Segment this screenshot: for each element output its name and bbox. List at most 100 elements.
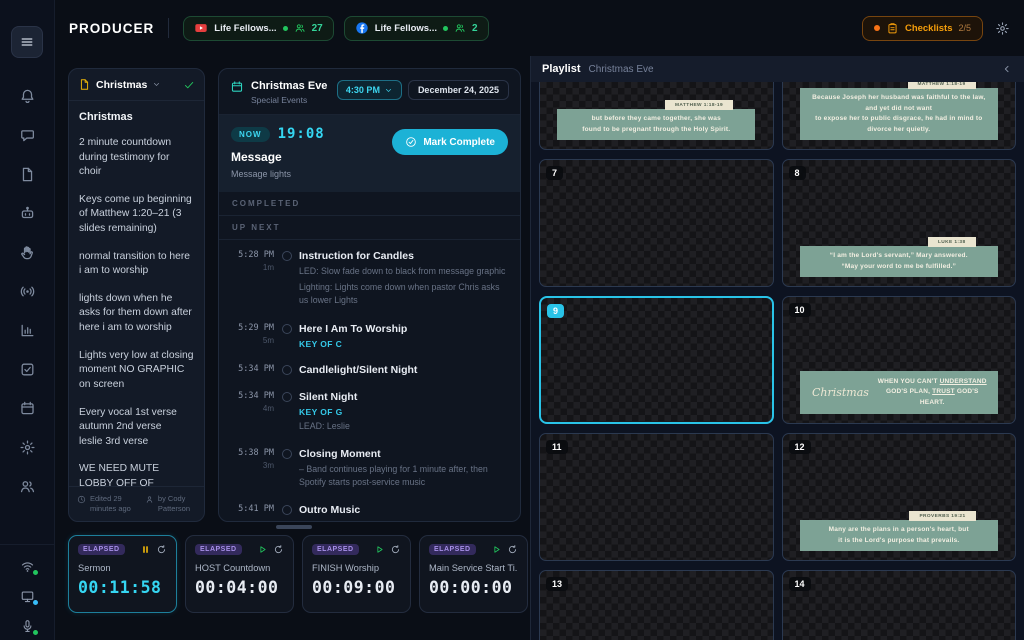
- checklists-button[interactable]: Checklists 2/5: [862, 16, 983, 41]
- schedule-item[interactable]: 5:28 PM 1m Instruction for Candles LED: …: [219, 250, 520, 308]
- item-checkbox[interactable]: [282, 392, 292, 402]
- slide-thumbnail[interactable]: 8 LUKE 1:38 “I am the Lord's servant,” M…: [782, 159, 1017, 287]
- playlist-name: Christmas Eve: [589, 64, 654, 75]
- current-item-subtitle: Message lights: [231, 169, 508, 179]
- schedule-item[interactable]: 5:38 PM 3m Closing Moment – Band continu…: [219, 448, 520, 489]
- item-time: 5:38 PM: [230, 448, 274, 458]
- slide-thumbnail[interactable]: 7: [539, 159, 774, 287]
- chart-icon: [19, 322, 36, 339]
- status-monitor[interactable]: [20, 589, 35, 604]
- slide-thumbnail[interactable]: 9: [539, 296, 774, 424]
- item-key: KEY OF G: [299, 407, 357, 417]
- sidebar-item-file[interactable]: [19, 166, 36, 183]
- sidebar-item-chart[interactable]: [19, 322, 36, 339]
- note-icon: [78, 78, 91, 91]
- status-wifi[interactable]: [20, 559, 35, 574]
- chevron-down-icon[interactable]: [152, 80, 161, 89]
- playlist-panel: Playlist Christmas Eve MATTHEW 1:18-19 b…: [530, 56, 1024, 640]
- notes-body[interactable]: Christmas 2 minute countdown during test…: [69, 101, 204, 486]
- stream-youtube[interactable]: Life Fellows... 27: [183, 16, 333, 41]
- timer-card[interactable]: ELAPSED Main Service Start Ti... 00:00:0…: [419, 535, 528, 613]
- schedule-item[interactable]: 5:29 PM 5m Here I Am To Worship KEY OF C: [219, 323, 520, 349]
- note-paragraph: Keys come up beginning of Matthew 1:20–2…: [79, 193, 194, 237]
- slide-thumbnail[interactable]: 13: [539, 570, 774, 640]
- slide-text-band: MATTHEW 1:18-19 Because Joseph her husba…: [800, 88, 998, 140]
- reset-icon[interactable]: [156, 544, 167, 555]
- sidebar-item-bot[interactable]: [19, 205, 36, 222]
- schedule-item[interactable]: 5:34 PM Candlelight/Silent Night: [219, 364, 520, 376]
- upnext-section-header[interactable]: UP NEXT: [219, 216, 520, 240]
- notes-header[interactable]: Christmas: [69, 69, 204, 101]
- schedule-item[interactable]: 5:34 PM 4m Silent Night KEY OF G LEAD: L…: [219, 391, 520, 433]
- note-paragraph: Every vocal 1st verse autumn 2nd verse l…: [79, 406, 194, 450]
- slide-text-band: LUKE 1:38 “I am the Lord's servant,” Mar…: [800, 246, 998, 277]
- sidebar-item-broadcast[interactable]: [19, 283, 36, 300]
- sidebar-item-chat[interactable]: [19, 127, 36, 144]
- timer-card[interactable]: ELAPSED Sermon 00:11:58: [68, 535, 177, 613]
- note-paragraph: Lights very low at closing moment NO GRA…: [79, 349, 194, 393]
- slide-thumbnail[interactable]: 12 PROVERBS 19:21 Many are the plans in …: [782, 433, 1017, 561]
- collapse-panel-button[interactable]: [1001, 63, 1013, 75]
- slide-number: 8: [789, 166, 806, 180]
- sidebar-item-calendar[interactable]: [19, 400, 36, 417]
- sidebar-item-bell[interactable]: [19, 88, 36, 105]
- live-dot: [443, 26, 448, 31]
- item-time: 5:29 PM: [230, 323, 274, 333]
- timer-card[interactable]: ELAPSED FINISH Worship 00:09:00: [302, 535, 411, 613]
- divider: [168, 18, 169, 38]
- timer-value: 00:09:00: [312, 578, 401, 597]
- pause-icon[interactable]: [140, 544, 151, 555]
- play-icon[interactable]: [257, 544, 268, 555]
- menu-button[interactable]: [11, 26, 43, 58]
- checklists-alert-dot: [874, 25, 880, 31]
- item-checkbox[interactable]: [282, 449, 292, 459]
- mark-complete-button[interactable]: Mark Complete: [392, 129, 508, 155]
- reset-icon[interactable]: [390, 544, 401, 555]
- slide-number: 11: [546, 440, 568, 454]
- settings-button[interactable]: [995, 21, 1010, 36]
- item-checkbox[interactable]: [282, 324, 292, 334]
- completed-section-header[interactable]: COMPLETED: [219, 192, 520, 216]
- bot-icon: [19, 205, 36, 222]
- item-note: Use “Post-service” playlist from Spotify…: [299, 519, 452, 521]
- facebook-icon: [355, 21, 369, 35]
- slide-thumbnail[interactable]: MATTHEW 1:18-19 Because Joseph her husba…: [782, 82, 1017, 150]
- service-date-button[interactable]: December 24, 2025: [408, 80, 509, 100]
- sidebar-item-users[interactable]: [19, 478, 36, 495]
- note-paragraph: WE NEED MUTE LOBBY OFF OF SCENES: [79, 462, 194, 485]
- sidebar-item-gear[interactable]: [19, 439, 36, 456]
- resize-handle[interactable]: [276, 525, 312, 529]
- upnext-list: 5:28 PM 1m Instruction for Candles LED: …: [219, 240, 520, 521]
- checklists-label: Checklists: [905, 23, 953, 34]
- slide-thumbnail[interactable]: 14: [782, 570, 1017, 640]
- slide-thumbnail[interactable]: 11: [539, 433, 774, 561]
- play-icon[interactable]: [491, 544, 502, 555]
- stream-pills: Life Fellows... 27 Life Fellows... 2: [183, 16, 488, 41]
- service-time-dropdown[interactable]: 4:30 PM: [337, 80, 402, 100]
- slide-grid-viewport[interactable]: MATTHEW 1:18-19 but before they came tog…: [531, 82, 1024, 640]
- item-checkbox[interactable]: [282, 251, 292, 261]
- item-title: Here I Am To Worship: [299, 323, 407, 335]
- item-title: Silent Night: [299, 391, 357, 403]
- item-checkbox[interactable]: [282, 505, 292, 515]
- timers-row: ELAPSED Sermon 00:11:58 ELAPSED HOST Cou…: [68, 535, 528, 613]
- slide-number: 9: [547, 304, 564, 318]
- sidebar-item-hand[interactable]: [19, 244, 36, 261]
- schedule-header: Christmas Eve Special Events 4:30 PM Dec…: [219, 69, 520, 115]
- play-icon[interactable]: [374, 544, 385, 555]
- slide-text-band: PROVERBS 19:21 Many are the plans in a p…: [800, 520, 998, 551]
- reset-icon[interactable]: [507, 544, 518, 555]
- slide-thumbnail[interactable]: 10 Christmas WHEN YOU CAN'T UNDERSTANDGO…: [782, 296, 1017, 424]
- schedule-item[interactable]: 5:41 PM Outro Music Use “Post-service” p…: [219, 504, 520, 521]
- item-checkbox[interactable]: [282, 365, 292, 375]
- reset-icon[interactable]: [273, 544, 284, 555]
- sidebar-item-check-square[interactable]: [19, 361, 36, 378]
- slide-thumbnail[interactable]: MATTHEW 1:18-19 but before they came tog…: [539, 82, 774, 150]
- stream-facebook[interactable]: Life Fellows... 2: [344, 16, 489, 41]
- item-duration: 1m: [230, 263, 274, 272]
- note-paragraph: lights down when he asks for them down a…: [79, 292, 194, 336]
- timer-card[interactable]: ELAPSED HOST Countdown 00:04:00: [185, 535, 294, 613]
- status-mic[interactable]: [20, 619, 35, 634]
- item-title: Closing Moment: [299, 448, 509, 460]
- item-key: KEY OF C: [299, 339, 407, 349]
